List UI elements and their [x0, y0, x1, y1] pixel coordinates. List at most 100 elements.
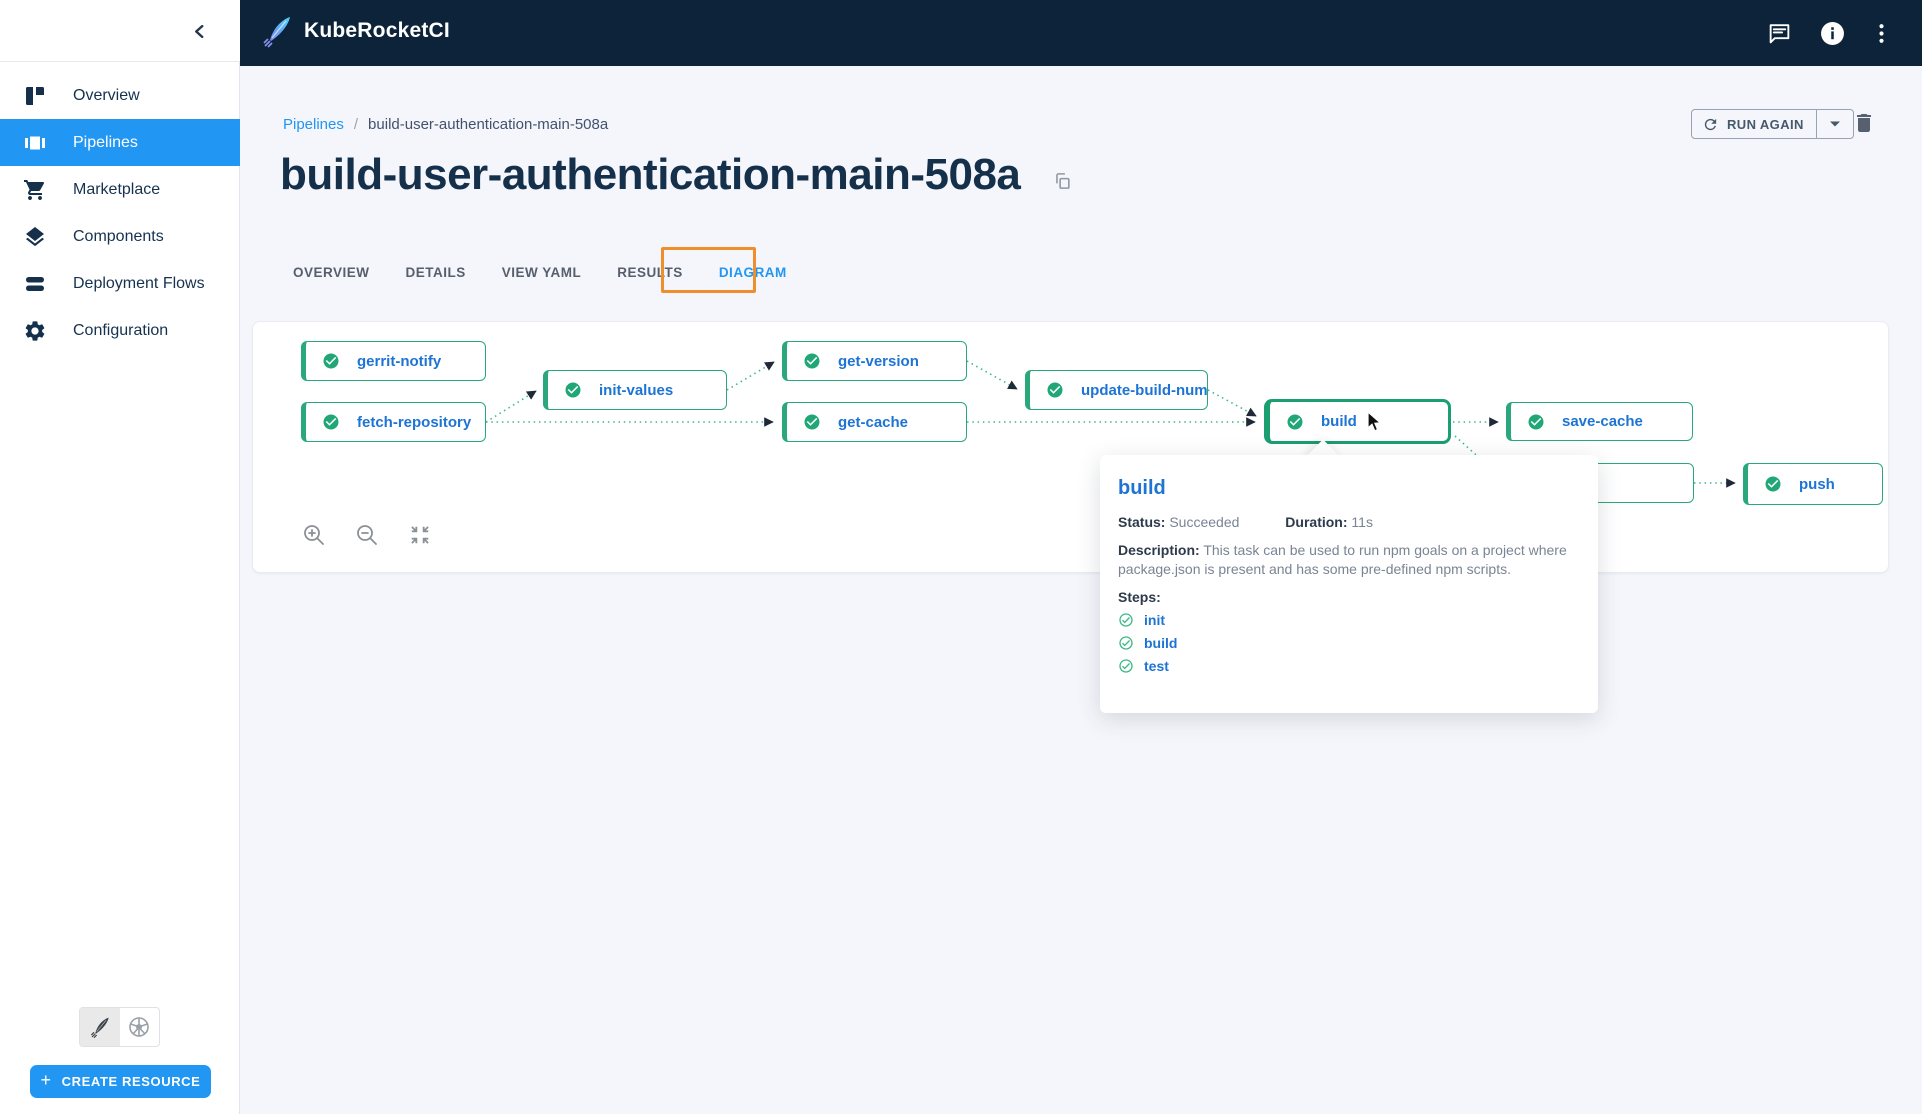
pipelines-icon	[23, 131, 47, 155]
kubernetes-toggle-icon[interactable]	[120, 1008, 160, 1046]
task-node-label: get-version	[838, 353, 919, 370]
task-node-label: update-build-num…	[1081, 382, 1207, 399]
task-node-label: get-cache	[838, 414, 908, 431]
task-node-update-build-number[interactable]: update-build-num…	[1025, 370, 1208, 410]
info-icon[interactable]	[1820, 21, 1845, 46]
check-circle-icon	[564, 381, 582, 399]
tab-details[interactable]: DETAILS	[406, 259, 466, 286]
tab-results[interactable]: RESULTS	[617, 259, 683, 286]
tooltip-description: Description: This task can be used to ru…	[1118, 541, 1586, 578]
breadcrumb-pipelines-link[interactable]: Pipelines	[283, 116, 344, 133]
create-resource-button[interactable]: + CREATE RESOURCE	[30, 1065, 211, 1098]
task-node-label: init-values	[599, 382, 673, 399]
sidebar-item-overview[interactable]: Overview	[0, 72, 240, 119]
app-title: KubeRocketCI	[304, 19, 450, 43]
app-header: KubeRocketCI	[0, 0, 1922, 66]
task-node-label: build	[1321, 413, 1357, 430]
fit-view-icon[interactable]	[407, 522, 433, 548]
breadcrumb-current: build-user-authentication-main-508a	[368, 116, 608, 133]
sidebar-item-label: Components	[73, 228, 164, 246]
step-item-init[interactable]: init	[1118, 612, 1580, 628]
task-node-get-version[interactable]: get-version	[782, 341, 967, 381]
tab-bar: OVERVIEW DETAILS VIEW YAML RESULTS DIAGR…	[293, 259, 787, 286]
zoom-out-icon[interactable]	[354, 522, 380, 548]
sidebar-item-configuration[interactable]: Configuration	[0, 307, 240, 354]
delete-icon[interactable]	[1852, 110, 1876, 136]
run-again-button[interactable]: RUN AGAIN	[1692, 110, 1816, 138]
step-label: test	[1144, 658, 1169, 674]
refresh-icon	[1702, 116, 1719, 133]
kebab-menu-icon[interactable]	[1869, 21, 1894, 46]
task-node-get-cache[interactable]: get-cache	[782, 402, 967, 442]
check-circle-icon	[803, 413, 821, 431]
zoom-in-icon[interactable]	[301, 522, 327, 548]
step-label: init	[1144, 612, 1165, 628]
run-again-split-button: RUN AGAIN	[1691, 109, 1854, 139]
task-node-save-cache[interactable]: save-cache	[1506, 402, 1693, 441]
duration-label: Duration:	[1285, 514, 1347, 530]
sidebar-item-deployment-flows[interactable]: Deployment Flows	[0, 260, 240, 307]
pipeline-diagram-panel: gerrit-notify fetch-repository init-valu…	[252, 321, 1889, 573]
sidebar-item-components[interactable]: Components	[0, 213, 240, 260]
step-item-build[interactable]: build	[1118, 635, 1580, 651]
step-label: build	[1144, 635, 1177, 651]
check-circle-icon	[1046, 381, 1064, 399]
cluster-toggle-group	[79, 1007, 160, 1047]
sidebar-item-label: Marketplace	[73, 181, 160, 199]
dashboard-icon	[23, 84, 47, 108]
collapse-chevron-icon[interactable]	[186, 18, 212, 44]
page-title: build-user-authentication-main-508a	[280, 150, 1020, 200]
task-node-label: gerrit-notify	[357, 353, 441, 370]
task-node-label: fetch-repository	[357, 414, 471, 431]
check-circle-icon	[803, 352, 821, 370]
sidebar: Overview Pipelines Marketplace Component…	[0, 0, 240, 1114]
rocket-logo-icon	[262, 13, 292, 49]
task-node-label: push	[1799, 476, 1835, 493]
cart-icon	[23, 178, 47, 202]
run-again-label: RUN AGAIN	[1727, 117, 1804, 132]
sidebar-item-label: Configuration	[73, 322, 168, 340]
check-circle-icon	[1527, 413, 1545, 431]
task-node-gerrit-notify[interactable]: gerrit-notify	[301, 341, 486, 381]
plus-icon: +	[41, 1070, 52, 1091]
diagram-edges	[253, 322, 1889, 573]
run-again-dropdown-button[interactable]	[1816, 110, 1853, 138]
breadcrumb: Pipelines / build-user-authentication-ma…	[283, 116, 608, 133]
sidebar-item-pipelines[interactable]: Pipelines	[0, 119, 240, 166]
sidebar-item-label: Deployment Flows	[73, 275, 205, 293]
tooltip-status-row: Status: Succeeded Duration: 11s	[1118, 514, 1580, 530]
tab-view-yaml[interactable]: VIEW YAML	[502, 259, 582, 286]
duration-value: 11s	[1351, 514, 1373, 530]
gear-icon	[23, 319, 47, 343]
tooltip-title: build	[1118, 477, 1580, 500]
sidebar-item-marketplace[interactable]: Marketplace	[0, 166, 240, 213]
step-item-test[interactable]: test	[1118, 658, 1580, 674]
steps-label: Steps:	[1118, 589, 1580, 605]
task-node-init-values[interactable]: init-values	[543, 370, 727, 410]
step-check-icon	[1118, 612, 1134, 628]
task-node-fetch-repository[interactable]: fetch-repository	[301, 402, 486, 442]
task-tooltip: build Status: Succeeded Duration: 11s De…	[1100, 455, 1598, 713]
step-check-icon	[1118, 658, 1134, 674]
rocket-toggle-icon[interactable]	[80, 1008, 120, 1046]
sidebar-item-label: Pipelines	[73, 134, 138, 152]
tab-diagram[interactable]: DIAGRAM	[719, 259, 787, 286]
create-resource-label: CREATE RESOURCE	[62, 1074, 201, 1089]
sidebar-item-label: Overview	[73, 87, 140, 105]
chat-icon[interactable]	[1767, 21, 1792, 46]
tab-overview[interactable]: OVERVIEW	[293, 259, 370, 286]
description-label: Description:	[1118, 542, 1200, 558]
check-circle-icon	[322, 352, 340, 370]
task-node-push[interactable]: push	[1743, 463, 1883, 505]
sidebar-header	[0, 0, 240, 62]
check-circle-icon	[1286, 413, 1304, 431]
chevron-down-icon	[1829, 120, 1841, 128]
check-circle-icon	[1764, 475, 1782, 493]
layers-icon	[23, 225, 47, 249]
check-circle-icon	[322, 413, 340, 431]
status-label: Status:	[1118, 514, 1165, 530]
copy-icon[interactable]	[1053, 170, 1072, 192]
task-node-build[interactable]: build	[1264, 399, 1451, 444]
task-node-label: save-cache	[1562, 413, 1643, 430]
diagram-zoom-controls	[301, 522, 433, 548]
